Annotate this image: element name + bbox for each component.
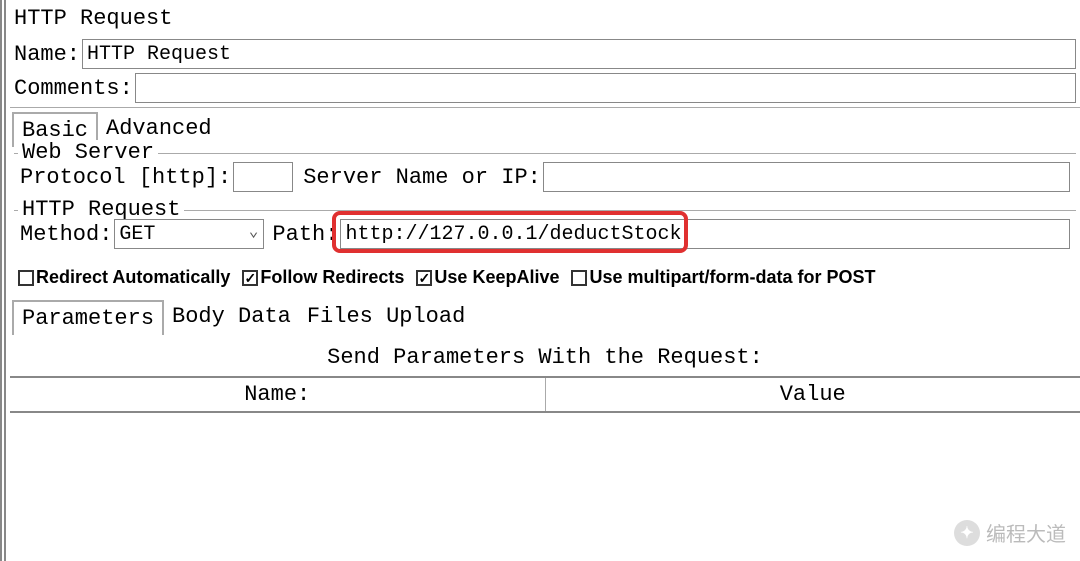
server-name-input[interactable]	[543, 162, 1070, 192]
page-title: HTTP Request	[10, 0, 1080, 37]
http-request-fieldset: HTTP Request Method: Path:	[14, 210, 1076, 253]
col-value[interactable]: Value	[546, 378, 1080, 411]
params-table-header: Name: Value	[10, 376, 1080, 413]
protocol-label: Protocol [http]:	[20, 165, 231, 190]
follow-redirects-label: Follow Redirects	[260, 267, 404, 288]
col-name[interactable]: Name:	[10, 378, 546, 411]
tab-body-data[interactable]: Body Data	[164, 300, 299, 335]
tab-parameters[interactable]: Parameters	[12, 300, 164, 335]
tab-files-upload[interactable]: Files Upload	[299, 300, 473, 335]
keepalive-label: Use KeepAlive	[434, 267, 559, 288]
watermark: ✦ 编程大道	[954, 518, 1066, 547]
multipart-checkbox[interactable]: Use multipart/form-data for POST	[571, 267, 875, 288]
server-name-label: Server Name or IP:	[303, 165, 541, 190]
config-tabs: Basic Advanced	[10, 112, 1080, 147]
protocol-input[interactable]	[233, 162, 293, 192]
follow-redirects-checkbox[interactable]: ✓ Follow Redirects	[242, 267, 404, 288]
comments-label: Comments:	[14, 76, 133, 101]
web-server-fieldset: Web Server Protocol [http]: Server Name …	[14, 153, 1076, 196]
checkbox-checked-icon: ✓	[416, 270, 432, 286]
redirect-auto-checkbox[interactable]: Redirect Automatically	[18, 267, 230, 288]
method-label: Method:	[20, 222, 112, 247]
multipart-label: Use multipart/form-data for POST	[589, 267, 875, 288]
redirect-auto-label: Redirect Automatically	[36, 267, 230, 288]
options-row: Redirect Automatically ✓ Follow Redirect…	[10, 255, 1080, 300]
checkbox-icon	[571, 270, 587, 286]
params-tabs: Parameters Body Data Files Upload	[10, 300, 1080, 335]
watermark-text: 编程大道	[986, 518, 1066, 547]
checkbox-checked-icon: ✓	[242, 270, 258, 286]
params-caption: Send Parameters With the Request:	[10, 335, 1080, 376]
wechat-icon: ✦	[954, 520, 980, 546]
keepalive-checkbox[interactable]: ✓ Use KeepAlive	[416, 267, 559, 288]
name-label: Name:	[14, 42, 80, 67]
web-server-legend: Web Server	[18, 140, 158, 165]
path-label: Path:	[272, 222, 338, 247]
name-input[interactable]	[82, 39, 1076, 69]
path-input[interactable]	[340, 219, 1070, 249]
method-select[interactable]	[114, 219, 264, 249]
divider	[10, 107, 1080, 108]
comments-input[interactable]	[135, 73, 1076, 103]
checkbox-icon	[18, 270, 34, 286]
